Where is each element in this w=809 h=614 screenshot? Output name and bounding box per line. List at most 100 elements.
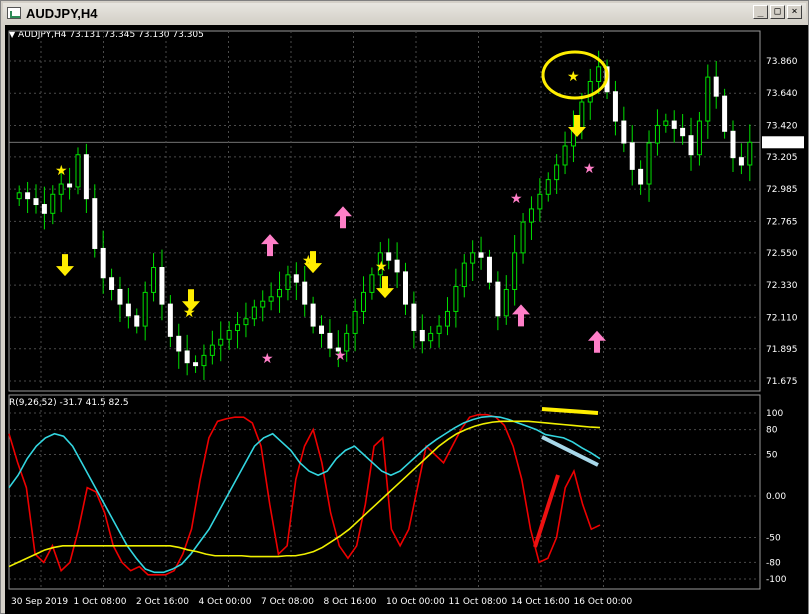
x-tick-label: 16 Oct 00:00 (574, 597, 633, 607)
indicator-tick-label: 100 (766, 409, 783, 419)
candle-body (596, 66, 602, 83)
star-icon: ★ (375, 259, 388, 275)
candle-body (680, 127, 686, 137)
star-icon: ★ (302, 253, 315, 269)
candle-body (612, 91, 618, 122)
buy-arrow-icon (512, 304, 530, 327)
candle-body (654, 124, 660, 144)
candle-body (167, 303, 173, 337)
candle-body (142, 291, 148, 327)
star-icon: ★ (55, 163, 68, 179)
price-tick-label: 71.895 (766, 345, 798, 355)
candle-body (16, 192, 22, 200)
price-tick-label: 73.860 (766, 57, 798, 67)
x-tick-label: 2 Oct 16:00 (136, 597, 189, 607)
candle-body (310, 303, 316, 327)
chart-svg: 73.860 73.640 73.420 73.205 72.985 72.765 72.5… (8, 30, 804, 607)
candle-body (92, 198, 98, 249)
candle-body (352, 310, 358, 334)
candle-body (461, 262, 467, 288)
candle-body (25, 192, 31, 200)
candle-body (621, 120, 627, 144)
candle-body (41, 204, 47, 214)
price-tick-label: 72.985 (766, 185, 798, 195)
x-tick-label: 8 Oct 16:00 (324, 597, 377, 607)
candle-body (176, 335, 182, 352)
candle-body (243, 318, 249, 326)
indicator-tick-label: 80 (766, 426, 778, 436)
candle-body (33, 198, 39, 206)
candle-body (747, 141, 753, 166)
candle-body (83, 154, 89, 200)
chart-icon (7, 7, 21, 19)
x-tick-label: 14 Oct 16:00 (511, 597, 570, 607)
candle-body (260, 300, 266, 308)
candle-body (218, 338, 224, 346)
candle-body (50, 193, 56, 214)
candle-body (151, 266, 157, 293)
star-icon: ★ (567, 69, 580, 85)
candle-body (478, 252, 484, 258)
candle-body (663, 120, 669, 126)
price-panel-frame (8, 30, 761, 392)
candle-body (646, 142, 652, 185)
candle-body (730, 130, 736, 159)
candle-body (671, 120, 677, 129)
star-icon: ★ (583, 161, 596, 177)
price-tick-label: 72.550 (766, 249, 798, 259)
candle-body (201, 354, 207, 367)
candle-body (419, 329, 425, 342)
candle-body (268, 296, 274, 302)
price-tick-label: 71.675 (766, 377, 798, 387)
candle-body (444, 310, 450, 327)
candle-body (319, 325, 325, 334)
indicator-tick-label: 0.00 (766, 492, 786, 502)
candle-body (470, 252, 476, 264)
candle-body (277, 288, 283, 298)
chart-canvas[interactable]: ▼ AUDJPY,H4 73.131 73.345 73.130 73.305 … (5, 25, 808, 614)
price-tick-label: 73.205 (766, 153, 798, 163)
candle-body (58, 183, 64, 195)
candle-body (327, 332, 333, 349)
candle-body (75, 154, 81, 188)
candle-body (688, 135, 694, 156)
candle-body (394, 259, 400, 273)
minimize-button[interactable]: _ (753, 5, 768, 19)
x-tick-label: 7 Oct 08:00 (261, 597, 314, 607)
sell-arrow-icon (376, 276, 394, 299)
candle-body (209, 344, 215, 356)
chart-window: AUDJPY,H4 _ □ × ▼ AUDJPY,H4 73.131 73.34… (0, 0, 809, 614)
x-tick-label: 10 Oct 00:00 (386, 597, 445, 607)
candle-body (193, 362, 199, 367)
candle-body (512, 252, 518, 290)
candle-body (537, 193, 543, 210)
candle-body (235, 324, 241, 331)
maximize-button[interactable]: □ (770, 5, 785, 19)
candle-body (579, 101, 585, 129)
window-controls: _ □ × (753, 5, 802, 19)
candle-body (117, 288, 123, 305)
candle-body (453, 286, 459, 312)
indicator-tick-label: -80 (766, 558, 781, 568)
candle-body (545, 179, 551, 195)
candle-body (562, 145, 568, 166)
candle-body (696, 120, 702, 156)
sell-arrow-icon (56, 254, 74, 277)
annotation-red-stroke (533, 474, 560, 548)
star-icon: ★ (261, 351, 274, 367)
annotation-yellow-stroke (541, 407, 599, 415)
star-icon: ★ (334, 348, 347, 364)
candle-body (369, 274, 375, 293)
indicator-panel-frame (8, 394, 761, 590)
candle-body (302, 281, 308, 305)
candle-body (125, 303, 131, 317)
candle-body (100, 247, 106, 279)
price-tick-label: 73.420 (766, 121, 798, 131)
window-title: AUDJPY,H4 (26, 5, 98, 21)
candle-body (293, 274, 299, 283)
title-bar[interactable]: AUDJPY,H4 _ □ × (3, 3, 806, 23)
candle-body (67, 183, 73, 188)
candle-body (109, 277, 115, 290)
x-tick-label: 4 Oct 00:00 (199, 597, 252, 607)
close-button[interactable]: × (787, 5, 802, 19)
